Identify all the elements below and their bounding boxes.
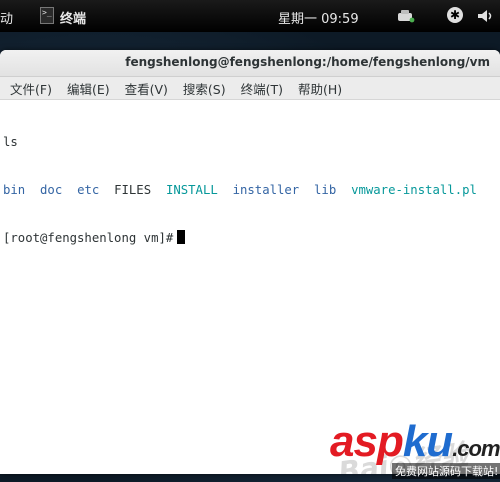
entry-install: INSTALL bbox=[165, 183, 218, 197]
menu-bar: 文件(F) 编辑(E) 查看(V) 搜索(S) 终端(T) 帮助(H) bbox=[0, 77, 500, 100]
window-titlebar[interactable]: fengshenlong@fengshenlong:/home/fengshen… bbox=[0, 50, 500, 77]
menu-search[interactable]: 搜索(S) bbox=[183, 79, 226, 98]
entry-files: FILES bbox=[114, 183, 152, 197]
entry-installer: installer bbox=[232, 183, 300, 197]
volume-icon[interactable] bbox=[477, 9, 495, 23]
logo-part-asp: asp bbox=[330, 417, 404, 466]
command-line: ls bbox=[3, 135, 18, 149]
entry-lib: lib bbox=[314, 183, 337, 197]
menu-edit[interactable]: 编辑(E) bbox=[67, 79, 110, 98]
menu-help[interactable]: 帮助(H) bbox=[298, 79, 342, 98]
app-menu-label[interactable]: 终端 bbox=[60, 8, 86, 27]
watermark-subtitle: 免费网站源码下载站! bbox=[392, 463, 500, 479]
top-panel: 动 >_ 终端 星期一 09:59 ✱ bbox=[0, 0, 500, 32]
menu-file[interactable]: 文件(F) bbox=[10, 79, 52, 98]
logo-part-ku: ku bbox=[402, 417, 453, 466]
shell-prompt: [root@fengshenlong vm]# bbox=[3, 231, 174, 245]
window-title: fengshenlong@fengshenlong:/home/fengshen… bbox=[125, 55, 490, 69]
entry-doc: doc bbox=[40, 183, 63, 197]
menu-terminal[interactable]: 终端(T) bbox=[241, 79, 283, 98]
logo-part-com: .com bbox=[452, 436, 500, 461]
clock[interactable]: 星期一 09:59 bbox=[278, 8, 359, 27]
text-cursor bbox=[177, 230, 186, 244]
entry-bin: bin bbox=[3, 183, 26, 197]
menu-view[interactable]: 查看(V) bbox=[125, 79, 168, 98]
entry-vmware-install: vmware-install.pl bbox=[351, 183, 477, 197]
terminal-output[interactable]: ls bin doc etc FILES INSTALL installer l… bbox=[0, 100, 500, 278]
prompt-line: [root@fengshenlong vm]# bbox=[3, 230, 500, 246]
network-icon[interactable] bbox=[396, 9, 416, 23]
terminal-app-icon[interactable]: >_ bbox=[40, 7, 54, 24]
activities-button[interactable]: 动 bbox=[0, 8, 13, 27]
listing-line: bin doc etc FILES INSTALL installer lib … bbox=[3, 182, 500, 198]
terminal-window: fengshenlong@fengshenlong:/home/fengshen… bbox=[0, 50, 500, 474]
accessibility-icon[interactable]: ✱ bbox=[447, 7, 463, 23]
entry-etc: etc bbox=[77, 183, 100, 197]
